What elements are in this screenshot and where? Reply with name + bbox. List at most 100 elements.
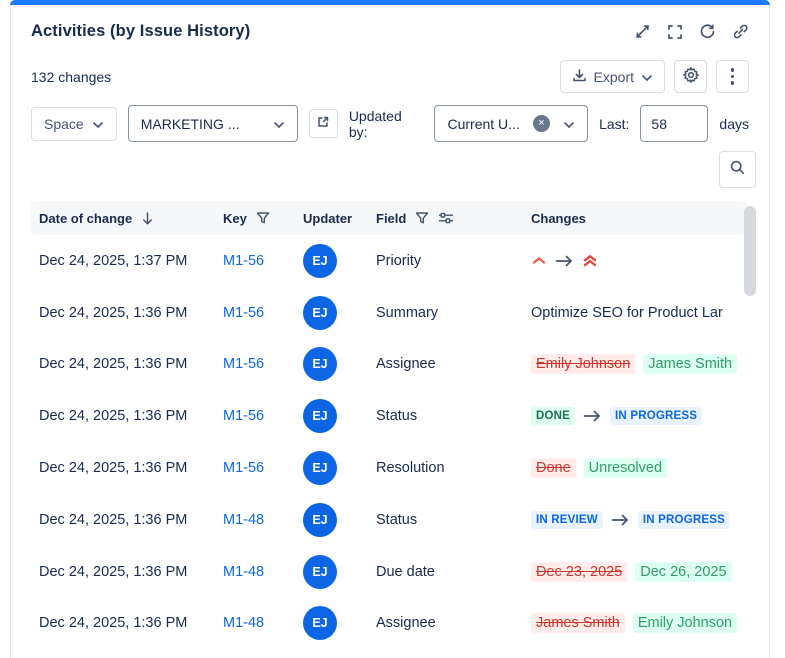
issue-key-link[interactable]: M1-56 bbox=[223, 356, 264, 372]
search-icon bbox=[729, 159, 746, 181]
col-label-key: Key bbox=[223, 211, 247, 226]
updated-by-value: Current U... bbox=[447, 116, 519, 132]
cell-date: Dec 24, 2025, 1:36 PM bbox=[39, 564, 223, 580]
panel-header: Activities (by Issue History) bbox=[31, 22, 749, 41]
days-input[interactable] bbox=[640, 105, 708, 142]
issue-key-link[interactable]: M1-56 bbox=[223, 460, 264, 476]
table-row: Dec 24, 2025, 1:36 PMM1-48 EJ AssigneeJame… bbox=[31, 598, 747, 650]
export-button[interactable]: Export bbox=[560, 60, 665, 93]
cell-changes: Done Unresolved bbox=[531, 458, 747, 478]
cell-changes: Dec 23, 2025 Dec 26, 2025 bbox=[531, 562, 747, 582]
updater-avatar: EJ bbox=[303, 244, 337, 278]
new-value-badge: Unresolved bbox=[584, 458, 667, 478]
cell-field: Assignee bbox=[376, 615, 531, 631]
updater-avatar: EJ bbox=[303, 347, 337, 381]
cell-field: Status bbox=[376, 512, 531, 528]
issue-key-link[interactable]: M1-48 bbox=[223, 615, 264, 631]
change-text: Optimize SEO for Product Lar bbox=[531, 305, 723, 321]
new-value-badge: Emily Johnson bbox=[633, 613, 737, 633]
col-label-date: Date of change bbox=[39, 211, 132, 226]
filter-bar: Space MARKETING ... Updated by: Current … bbox=[31, 105, 749, 142]
table-header: Date of change Key Updater Field Changes bbox=[31, 201, 747, 235]
link-icon[interactable] bbox=[732, 23, 749, 40]
panel-accent-bar bbox=[10, 0, 770, 5]
priority-highest-icon bbox=[582, 253, 598, 268]
cell-date: Dec 24, 2025, 1:36 PM bbox=[39, 460, 223, 476]
table-row: Dec 24, 2025, 1:36 PMM1-56EJSummaryOptim… bbox=[31, 287, 747, 339]
space-dropdown[interactable]: Space bbox=[31, 107, 117, 141]
old-value-badge: Dec 23, 2025 bbox=[531, 562, 627, 582]
issue-key-link[interactable]: M1-56 bbox=[223, 253, 264, 269]
cell-changes bbox=[531, 253, 747, 268]
space-dropdown-label: Space bbox=[44, 116, 84, 132]
external-link-icon bbox=[316, 115, 330, 132]
kebab-menu-icon bbox=[731, 68, 735, 85]
cell-field: Summary bbox=[376, 305, 531, 321]
updater-avatar: EJ bbox=[303, 606, 337, 640]
issue-key-link[interactable]: M1-56 bbox=[223, 305, 264, 321]
col-label-changes: Changes bbox=[531, 211, 586, 226]
cell-date: Dec 24, 2025, 1:37 PM bbox=[39, 253, 223, 269]
clear-user-icon[interactable]: × bbox=[533, 115, 550, 132]
fullscreen-icon[interactable] bbox=[667, 24, 683, 40]
collapse-icon[interactable] bbox=[634, 23, 651, 40]
table-row: Dec 24, 2025, 1:36 PMM1-48 EJ StatusIN REV… bbox=[31, 494, 747, 546]
project-dropdown-value: MARKETING ... bbox=[141, 116, 240, 132]
updater-avatar: EJ bbox=[303, 296, 337, 330]
cell-changes: James Smith Emily Johnson bbox=[531, 613, 747, 633]
search-button[interactable] bbox=[719, 151, 756, 188]
col-label-field: Field bbox=[376, 211, 406, 226]
updated-by-dropdown[interactable]: Current U... × bbox=[434, 105, 588, 142]
table-body: Dec 24, 2025, 1:37 PMM1-56EJPriorityDec … bbox=[31, 235, 747, 649]
cell-changes: Optimize SEO for Product Lar bbox=[531, 305, 747, 321]
chevron-down-icon bbox=[641, 69, 653, 85]
download-icon bbox=[572, 68, 587, 86]
chevron-down-icon bbox=[92, 116, 104, 132]
issue-key-link[interactable]: M1-48 bbox=[223, 512, 264, 528]
new-value-badge: James Smith bbox=[643, 354, 737, 374]
cell-date: Dec 24, 2025, 1:36 PM bbox=[39, 512, 223, 528]
col-key: Key bbox=[223, 211, 303, 226]
old-value-badge: James Smith bbox=[531, 613, 625, 633]
col-updater: Updater bbox=[303, 211, 376, 226]
last-label: Last: bbox=[599, 116, 629, 132]
table-row: Dec 24, 2025, 1:36 PMM1-56EJResolutionDo… bbox=[31, 442, 747, 494]
open-project-button[interactable] bbox=[309, 109, 338, 138]
chevron-down-icon bbox=[563, 116, 575, 132]
project-dropdown[interactable]: MARKETING ... bbox=[128, 105, 298, 142]
status-badge-new: IN PROGRESS bbox=[638, 511, 730, 529]
days-label: days bbox=[719, 116, 749, 132]
filter-icon[interactable] bbox=[256, 211, 270, 225]
sort-desc-icon[interactable] bbox=[141, 211, 154, 226]
vertical-scrollbar[interactable] bbox=[744, 206, 756, 296]
settings-button[interactable] bbox=[674, 60, 707, 93]
col-field: Field bbox=[376, 211, 531, 226]
updated-by-label: Updated by: bbox=[349, 108, 424, 140]
gear-icon bbox=[682, 66, 700, 87]
table-row: Dec 24, 2025, 1:36 PMM1-48EJDue dateDec … bbox=[31, 546, 747, 598]
status-badge-old: IN REVIEW bbox=[531, 511, 603, 529]
updater-avatar: EJ bbox=[303, 503, 337, 537]
activities-panel: Activities (by Issue History) 132 change… bbox=[10, 0, 770, 658]
cell-date: Dec 24, 2025, 1:36 PM bbox=[39, 615, 223, 631]
issue-key-link[interactable]: M1-48 bbox=[223, 564, 264, 580]
toolbar-actions: Export bbox=[560, 60, 749, 93]
old-value-badge: Done bbox=[531, 458, 576, 478]
col-label-updater: Updater bbox=[303, 211, 352, 226]
cell-changes: IN REVIEW IN PROGRESS bbox=[531, 511, 747, 529]
page-title: Activities (by Issue History) bbox=[31, 22, 250, 41]
cell-date: Dec 24, 2025, 1:36 PM bbox=[39, 356, 223, 372]
more-menu-button[interactable] bbox=[716, 60, 749, 93]
cell-field: Due date bbox=[376, 564, 531, 580]
change-arrow-icon bbox=[583, 410, 602, 422]
col-date-of-change: Date of change bbox=[39, 211, 223, 226]
cell-field: Assignee bbox=[376, 356, 531, 372]
new-value-badge: Dec 26, 2025 bbox=[635, 562, 731, 582]
field-settings-icon[interactable] bbox=[438, 211, 454, 225]
cell-changes: DONEIN PROGRESS bbox=[531, 407, 747, 425]
history-table: Date of change Key Updater Field Changes… bbox=[31, 201, 747, 649]
change-arrow-icon bbox=[555, 255, 574, 267]
issue-key-link[interactable]: M1-56 bbox=[223, 408, 264, 424]
filter-icon[interactable] bbox=[415, 211, 429, 225]
refresh-icon[interactable] bbox=[699, 23, 716, 40]
